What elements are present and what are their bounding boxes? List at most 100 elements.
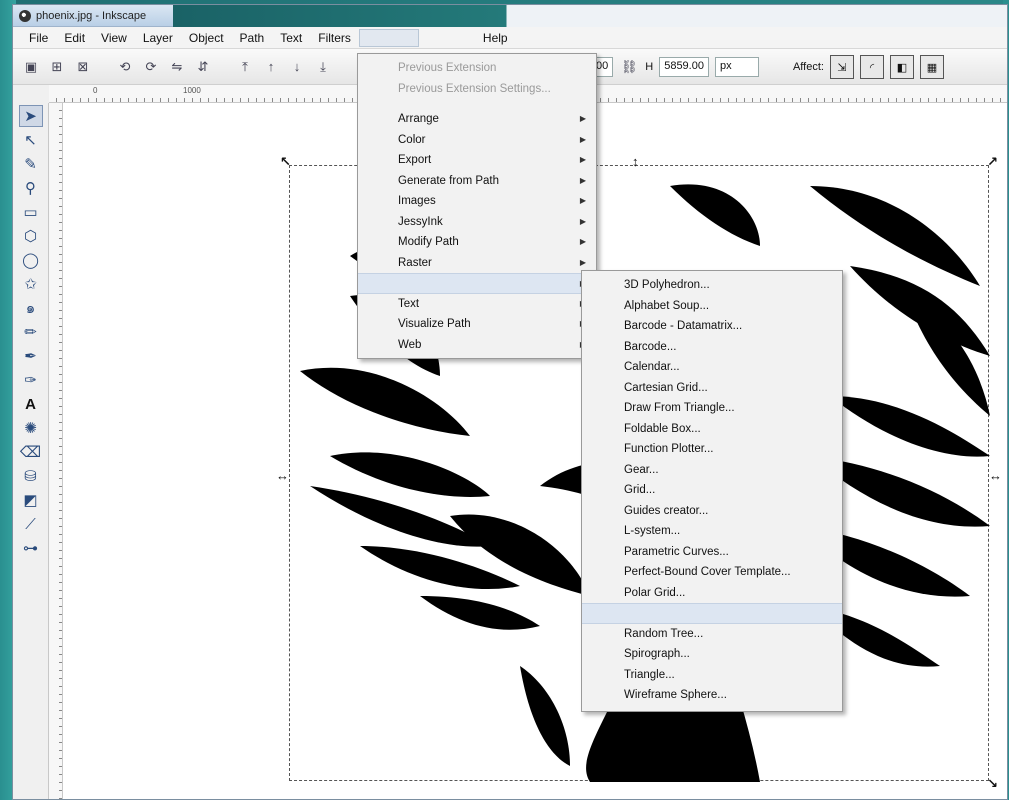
select-all-layers-icon[interactable]: ⊞ xyxy=(47,57,67,77)
menu-item-previous-extension-settings: Previous Extension Settings... xyxy=(398,82,551,95)
menu-text[interactable]: Text xyxy=(272,31,310,45)
lower-to-bottom-icon[interactable]: ⤓ xyxy=(313,57,333,77)
raise-icon[interactable]: ↑ xyxy=(261,57,281,77)
submenu-item[interactable]: Parametric Curves... xyxy=(582,542,842,563)
menu-item-raster[interactable]: Raster ▶ xyxy=(358,253,596,274)
menu-path[interactable]: Path xyxy=(232,31,273,45)
submenu-item[interactable]: Cartesian Grid... xyxy=(582,378,842,399)
affect-gradients-icon[interactable]: ◧ xyxy=(889,55,914,79)
menu-view[interactable]: View xyxy=(93,31,135,45)
spiral-tool-icon[interactable]: ๑ xyxy=(19,297,43,319)
scale-handle-bottom-right[interactable]: ↘ xyxy=(987,776,998,792)
menu-item-jessyink[interactable]: JessyInk ▶ xyxy=(358,212,596,233)
lower-icon[interactable]: ↓ xyxy=(287,57,307,77)
vertical-ruler[interactable] xyxy=(49,103,63,799)
3d-box-tool-icon[interactable]: ⬡ xyxy=(19,225,43,247)
scale-handle-top-left[interactable]: ↖ xyxy=(280,154,291,170)
menu-filters[interactable]: Filters xyxy=(310,31,359,45)
menu-item-export[interactable]: Export ▶ xyxy=(358,150,596,171)
ruler-label: 1000 xyxy=(183,86,201,95)
text-tool-icon[interactable]: A xyxy=(19,393,43,415)
menu-item-arrange[interactable]: Arrange ▶ xyxy=(358,109,596,130)
render-submenu: 3D Polyhedron... Alphabet Soup... Barcod… xyxy=(581,270,843,712)
pencil-tool-icon[interactable]: ✏ xyxy=(19,321,43,343)
toolbox: ➤ ↖ ✎ ⚲ ▭ ⬡ ◯ ✩ ๑ ✏ ✒ ✑ A ✺ ⌫ ⛁ ◩ ⟋ ⊶ xyxy=(13,103,49,799)
select-all-icon[interactable]: ▣ xyxy=(21,57,41,77)
submenu-item[interactable]: Foldable Box... xyxy=(582,419,842,440)
spray-tool-icon[interactable]: ✺ xyxy=(19,417,43,439)
submenu-item[interactable]: Gear... xyxy=(582,460,842,481)
submenu-item[interactable]: Calendar... xyxy=(582,357,842,378)
title-bar: phoenix.jpg - Inkscape xyxy=(13,5,173,27)
submenu-item-highlighted[interactable] xyxy=(582,603,842,624)
gradient-tool-icon[interactable]: ◩ xyxy=(19,489,43,511)
submenu-item[interactable]: Perfect-Bound Cover Template... xyxy=(582,562,842,583)
menu-item-visualize-path[interactable]: Visualize Path▶ xyxy=(358,314,596,335)
submenu-item[interactable]: Wireframe Sphere... xyxy=(582,685,842,706)
tweak-tool-icon[interactable]: ✎ xyxy=(19,153,43,175)
ellipse-tool-icon[interactable]: ◯ xyxy=(19,249,43,271)
selector-tool-icon[interactable]: ➤ xyxy=(18,105,43,127)
submenu-item[interactable]: Spirograph... xyxy=(582,644,842,665)
flip-horizontal-icon[interactable]: ⇋ xyxy=(167,57,187,77)
lock-ratio-icon[interactable]: ⛓ xyxy=(619,57,639,77)
unit-select[interactable]: px xyxy=(714,57,759,77)
rectangle-tool-icon[interactable]: ▭ xyxy=(19,201,43,223)
raise-to-top-icon[interactable]: ⤒ xyxy=(235,57,255,77)
ruler-label: 0 xyxy=(93,86,98,95)
submenu-item[interactable]: Random Tree... xyxy=(582,624,842,645)
menu-item-text[interactable]: Text▶ xyxy=(358,294,596,315)
bucket-tool-icon[interactable]: ⛁ xyxy=(19,465,43,487)
submenu-item[interactable]: Function Plotter... xyxy=(582,439,842,460)
submenu-item[interactable]: Triangle... xyxy=(582,665,842,686)
menu-item-images[interactable]: Images ▶ xyxy=(358,191,596,212)
affect-rounded-corners-icon[interactable]: ◜ xyxy=(859,55,884,79)
affect-label: Affect: xyxy=(792,61,824,73)
menu-item-color[interactable]: Color ▶ xyxy=(358,130,596,151)
menu-file[interactable]: File xyxy=(21,31,56,45)
menu-bar: File Edit View Layer Object Path Text Fi… xyxy=(13,27,1007,49)
submenu-item[interactable]: Barcode - Datamatrix... xyxy=(582,316,842,337)
connector-tool-icon[interactable]: ⊶ xyxy=(19,537,43,559)
height-label: H xyxy=(645,61,654,73)
rotate-ccw-icon[interactable]: ⟲ xyxy=(115,57,135,77)
pen-tool-icon[interactable]: ✒ xyxy=(19,345,43,367)
dropper-tool-icon[interactable]: ⟋ xyxy=(19,513,43,535)
scale-handle-right[interactable]: ↔ xyxy=(989,468,1002,483)
menu-item-render-highlighted[interactable]: ▶ xyxy=(358,273,596,294)
menu-item-previous-extension: Previous Extension xyxy=(398,62,497,74)
inkscape-window: phoenix.jpg - Inkscape File Edit View La… xyxy=(12,4,1008,800)
menu-item-web[interactable]: Web▶ xyxy=(358,335,596,356)
height-field[interactable]: 5859.00 xyxy=(659,57,709,77)
calligraphy-tool-icon[interactable]: ✑ xyxy=(19,369,43,391)
scale-handle-top[interactable]: ↕ xyxy=(632,154,639,169)
submenu-item[interactable]: Grid... xyxy=(582,480,842,501)
dimension-controls: 00 ⛓ H 5859.00 px Affect: ⇲ ◜ ◧ ▦ xyxy=(591,55,944,79)
flip-vertical-icon[interactable]: ⇵ xyxy=(193,57,213,77)
menu-edit[interactable]: Edit xyxy=(56,31,93,45)
submenu-item[interactable]: Guides creator... xyxy=(582,501,842,522)
affect-patterns-icon[interactable]: ▦ xyxy=(919,55,944,79)
menu-extensions-open[interactable] xyxy=(358,28,419,47)
submenu-item[interactable]: L-system... xyxy=(582,521,842,542)
submenu-item[interactable]: 3D Polyhedron... xyxy=(582,275,842,296)
scale-handle-top-right[interactable]: ↗ xyxy=(987,154,998,170)
star-tool-icon[interactable]: ✩ xyxy=(19,273,43,295)
affect-stroke-width-icon[interactable]: ⇲ xyxy=(829,55,854,79)
menu-layer[interactable]: Layer xyxy=(135,31,181,45)
menu-help[interactable]: Help xyxy=(475,31,516,45)
zoom-tool-icon[interactable]: ⚲ xyxy=(19,177,43,199)
rotate-cw-icon[interactable]: ⟳ xyxy=(141,57,161,77)
extensions-menu: Previous Extension Previous Extension Se… xyxy=(357,53,597,359)
menu-object[interactable]: Object xyxy=(181,31,232,45)
submenu-item[interactable]: Alphabet Soup... xyxy=(582,296,842,317)
eraser-tool-icon[interactable]: ⌫ xyxy=(19,441,43,463)
menu-item-modify-path[interactable]: Modify Path ▶ xyxy=(358,232,596,253)
submenu-item[interactable]: Barcode... xyxy=(582,337,842,358)
scale-handle-left[interactable]: ↔ xyxy=(276,468,289,483)
submenu-item[interactable]: Polar Grid... xyxy=(582,583,842,604)
node-tool-icon[interactable]: ↖ xyxy=(19,129,43,151)
submenu-item[interactable]: Draw From Triangle... xyxy=(582,398,842,419)
menu-item-generate-from-path[interactable]: Generate from Path ▶ xyxy=(358,171,596,192)
deselect-icon[interactable]: ⊠ xyxy=(73,57,93,77)
